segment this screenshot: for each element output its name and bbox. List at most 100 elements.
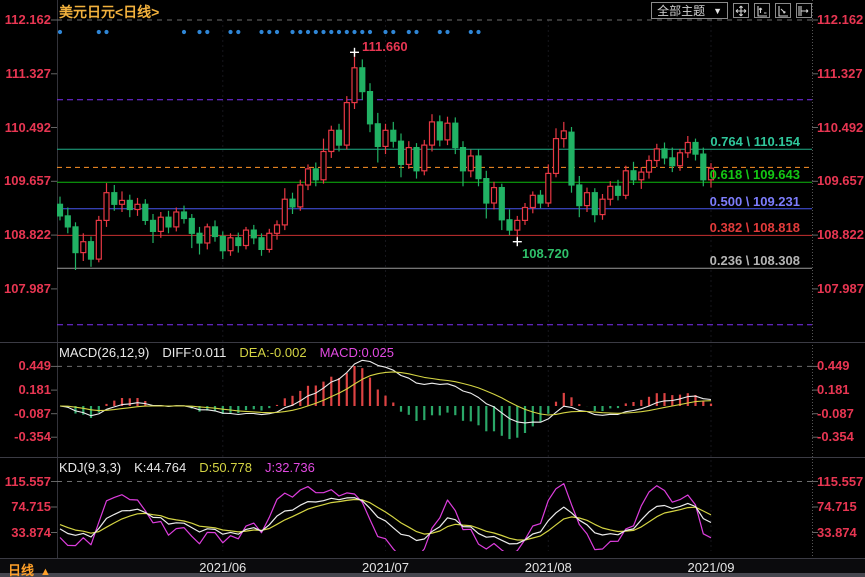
- candle-body: [445, 123, 450, 140]
- y-axis-label: 0.449: [817, 359, 850, 372]
- candle-body: [437, 122, 442, 140]
- fib-level-label: 0.236 \ 108.308: [655, 253, 800, 268]
- candle-body: [554, 139, 559, 174]
- candle-body: [577, 185, 582, 206]
- event-dot: [360, 30, 364, 34]
- y-axis-label: 108.822: [817, 228, 864, 241]
- candle-body: [158, 217, 163, 231]
- candle-body: [383, 130, 388, 146]
- candle-body: [352, 68, 357, 103]
- candle-body: [151, 220, 156, 231]
- event-dot: [58, 30, 62, 34]
- y-axis-label: 108.822: [0, 228, 51, 241]
- period-label: 日线: [8, 563, 34, 577]
- event-dot: [438, 30, 442, 34]
- event-dot: [368, 30, 372, 34]
- y-axis-label: 112.162: [0, 13, 51, 26]
- theme-dropdown-label: 全部主题: [657, 2, 705, 19]
- event-dot: [414, 30, 418, 34]
- y-axis-label: 107.987: [0, 282, 51, 295]
- month-label: 2021/06: [191, 560, 255, 575]
- candle-body: [73, 227, 78, 253]
- zoom-out-axis-icon[interactable]: [775, 3, 791, 18]
- event-dot: [97, 30, 101, 34]
- candle-body: [422, 145, 427, 171]
- y-axis-label: 0.181: [817, 383, 850, 396]
- y-axis-label: 0.181: [0, 383, 51, 396]
- candle-body: [631, 171, 636, 180]
- y-axis-label: 111.327: [0, 67, 51, 80]
- y-axis-label: 109.657: [817, 174, 864, 187]
- kdj-header: KDJ(9,3,3)K:44.764D:50.778J:32.736: [59, 460, 328, 475]
- candle-body: [414, 148, 419, 171]
- reset-axis-icon[interactable]: [796, 3, 812, 18]
- y-axis-label: 111.327: [817, 67, 863, 80]
- candle-body: [585, 193, 590, 206]
- symbol-title: 美元日元<日线>: [59, 2, 159, 22]
- candle-body: [569, 132, 574, 185]
- fib-level-label: 0.764 \ 110.154: [655, 134, 800, 149]
- high-price-annotation: 111.660: [362, 39, 408, 54]
- period-selector[interactable]: 日线 ▲: [8, 560, 51, 577]
- chart-toolbar: 全部主题 ▼: [651, 2, 812, 19]
- trading-chart-window: 112.162112.162111.327111.327110.492110.4…: [0, 0, 865, 577]
- candle-body: [275, 225, 280, 233]
- candle-body: [182, 212, 187, 219]
- month-label: 2021/09: [679, 560, 743, 575]
- candle-body: [600, 199, 605, 214]
- chevron-down-icon: ▼: [713, 6, 722, 16]
- y-axis-label: 110.492: [0, 121, 51, 134]
- candle-body: [499, 188, 504, 220]
- y-axis-label: 115.557: [0, 475, 51, 488]
- candle-body: [461, 148, 466, 171]
- fib-level-label: 0.618 \ 109.643: [655, 167, 800, 182]
- candle-body: [430, 122, 435, 145]
- candle-body: [616, 186, 621, 195]
- macd-title: MACD(26,12,9): [59, 345, 149, 360]
- candle-body: [360, 68, 365, 92]
- candle-body: [143, 204, 148, 220]
- candle-body: [259, 238, 264, 250]
- candle-body: [298, 185, 303, 207]
- chart-canvas[interactable]: [0, 0, 865, 577]
- theme-dropdown[interactable]: 全部主题 ▼: [651, 2, 728, 19]
- macd-diff-value: DIFF:0.011: [162, 345, 226, 360]
- y-axis-label: -0.354: [0, 430, 51, 443]
- candle-body: [391, 130, 396, 141]
- candle-body: [592, 193, 597, 215]
- event-dot: [259, 30, 263, 34]
- triangle-up-icon: ▲: [40, 566, 51, 577]
- event-dot: [345, 30, 349, 34]
- event-dot: [236, 30, 240, 34]
- candle-body: [561, 131, 566, 139]
- event-dot: [321, 30, 325, 34]
- event-dot: [298, 30, 302, 34]
- candle-body: [375, 124, 380, 147]
- candle-body: [197, 233, 202, 243]
- zoom-in-axis-icon[interactable]: [754, 3, 770, 18]
- candle-body: [368, 92, 373, 124]
- candle-body: [236, 238, 241, 246]
- candle-body: [406, 148, 411, 165]
- move-crosshair-icon[interactable]: [733, 3, 749, 18]
- candle-body: [329, 130, 334, 151]
- event-dot: [205, 30, 209, 34]
- candle-body: [244, 230, 249, 245]
- y-axis-label: 33.874: [817, 526, 857, 539]
- y-axis-label: 74.715: [0, 500, 51, 513]
- event-dot: [469, 30, 473, 34]
- candle-body: [670, 158, 675, 166]
- candle-body: [306, 169, 311, 185]
- candle-body: [523, 208, 528, 221]
- candle-body: [538, 195, 543, 203]
- candle-body: [112, 193, 117, 205]
- y-axis-label: -0.354: [817, 430, 854, 443]
- candle-body: [313, 169, 318, 180]
- y-axis-label: 110.492: [817, 121, 863, 134]
- fib-level-label: 0.382 \ 108.818: [655, 220, 800, 235]
- candle-body: [662, 149, 667, 158]
- event-dot: [352, 30, 356, 34]
- event-dot: [275, 30, 279, 34]
- kdj-k-value: K:44.764: [134, 460, 186, 475]
- candle-body: [337, 130, 342, 145]
